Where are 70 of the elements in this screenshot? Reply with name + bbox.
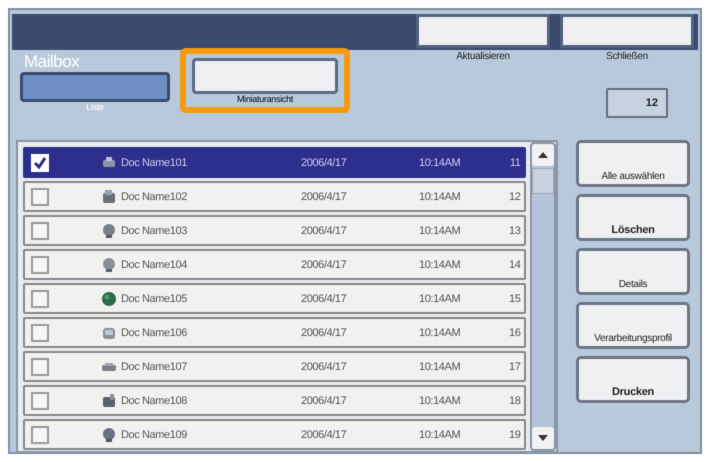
document-number: 14 [509, 258, 522, 270]
document-date: 2006/4/17 [301, 428, 348, 440]
document-number: 19 [509, 428, 522, 440]
document-time: 10:14AM [419, 326, 462, 338]
document-name: Doc Name105 [121, 292, 188, 304]
document-row[interactable]: Doc Name103 2006/4/17 10:14AM 13 [23, 215, 526, 246]
document-row[interactable]: Doc Name109 2006/4/17 10:14AM 19 [23, 419, 526, 450]
print-button[interactable]: Drucken [576, 356, 690, 403]
document-row[interactable]: Doc Name106 2006/4/17 10:14AM 16 [23, 317, 526, 348]
document-time: 10:14AM [419, 394, 462, 406]
document-name: Doc Name106 [121, 326, 188, 338]
document-icon [101, 290, 117, 306]
document-time: 10:14AM [419, 224, 462, 236]
document-number: 13 [509, 224, 522, 236]
document-name: Doc Name108 [121, 394, 188, 406]
document-number: 18 [509, 394, 522, 406]
document-name: Doc Name101 [121, 156, 188, 168]
scroll-down-icon[interactable] [538, 435, 548, 441]
checkbox[interactable] [31, 222, 49, 240]
document-date: 2006/4/17 [301, 190, 348, 202]
checkbox[interactable] [31, 324, 49, 342]
checkbox[interactable] [31, 392, 49, 410]
checkbox[interactable] [31, 358, 49, 376]
document-icon [101, 222, 117, 238]
document-number: 11 [509, 156, 522, 168]
document-date: 2006/4/17 [301, 292, 348, 304]
document-date: 2006/4/17 [301, 258, 348, 270]
checkbox[interactable] [31, 290, 49, 308]
checkbox[interactable] [31, 426, 49, 444]
document-icon [101, 392, 117, 408]
document-date: 2006/4/17 [301, 360, 348, 372]
checkbox[interactable] [31, 188, 49, 206]
window-title: Mailbox [24, 52, 80, 72]
document-row[interactable]: Doc Name107 2006/4/17 10:14AM 17 [23, 351, 526, 382]
document-time: 10:14AM [419, 156, 462, 168]
details-button[interactable]: Details [576, 248, 690, 295]
document-row[interactable]: Doc Name104 2006/4/17 10:14AM 14 [23, 249, 526, 280]
select-all-button[interactable]: Alle auswählen [576, 140, 690, 187]
scroll-thumb[interactable] [532, 168, 554, 194]
document-number: 17 [509, 360, 522, 372]
document-date: 2006/4/17 [301, 394, 348, 406]
scroll-up-icon[interactable] [538, 152, 548, 158]
document-time: 10:14AM [419, 428, 462, 440]
document-time: 10:14AM [419, 258, 462, 270]
document-time: 10:14AM [419, 190, 462, 202]
document-row[interactable]: Doc Name101 2006/4/17 10:14AM 11 [23, 147, 526, 178]
document-icon [101, 188, 117, 204]
delete-button[interactable]: Löschen [576, 194, 690, 241]
document-icon [101, 426, 117, 442]
scrollbar[interactable] [530, 142, 556, 451]
document-name: Doc Name102 [121, 190, 188, 202]
document-row[interactable]: Doc Name105 2006/4/17 10:14AM 15 [23, 283, 526, 314]
document-name: Doc Name109 [121, 428, 188, 440]
checkbox[interactable] [31, 256, 49, 274]
document-name: Doc Name107 [121, 360, 188, 372]
document-number: 12 [509, 190, 522, 202]
document-name: Doc Name104 [121, 258, 188, 270]
document-date: 2006/4/17 [301, 326, 348, 338]
document-number: 16 [509, 326, 522, 338]
document-name: Doc Name103 [121, 224, 188, 236]
document-time: 10:14AM [419, 360, 462, 372]
document-number: 15 [509, 292, 522, 304]
profile-button[interactable]: Verarbeitungsprofil [576, 302, 690, 349]
document-row[interactable]: Doc Name108 2006/4/17 10:14AM 18 [23, 385, 526, 416]
count-display: 12 [606, 88, 668, 118]
document-time: 10:14AM [419, 292, 462, 304]
document-icon [101, 256, 117, 272]
document-date: 2006/4/17 [301, 224, 348, 236]
document-date: 2006/4/17 [301, 156, 348, 168]
document-row[interactable]: Doc Name102 2006/4/17 10:14AM 12 [23, 181, 526, 212]
